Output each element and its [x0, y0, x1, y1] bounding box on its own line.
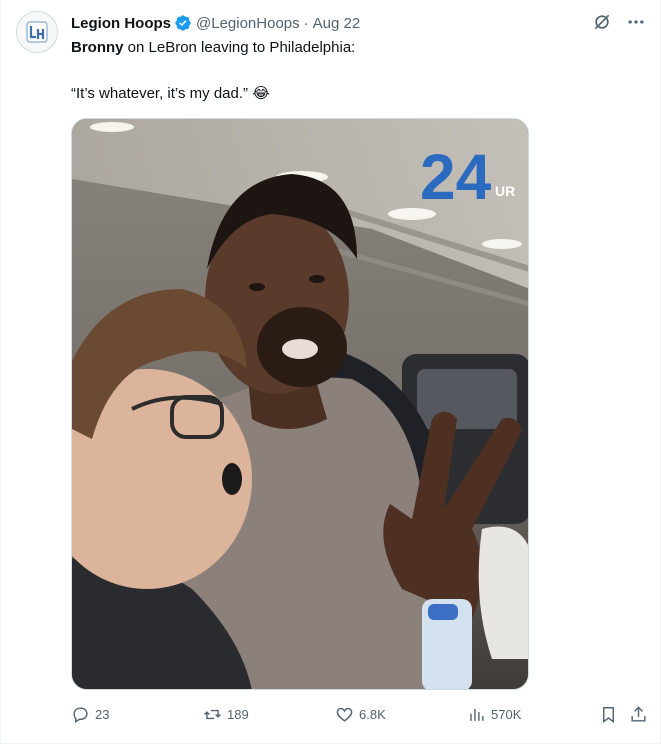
reply-count: 23 [95, 707, 110, 722]
tweet-date[interactable]: Aug 22 [313, 15, 361, 32]
share-icon [631, 706, 646, 722]
top-actions [592, 12, 646, 32]
header-separator: · [303, 14, 309, 32]
reply-button[interactable]: 23 [71, 705, 109, 724]
like-button[interactable]: 6.8K [335, 705, 386, 724]
watermark-ur: UR [495, 183, 515, 199]
bookmark-button[interactable] [599, 705, 618, 724]
bookmark-icon [603, 707, 614, 724]
heart-icon [336, 707, 353, 722]
views-count: 570K [491, 707, 522, 722]
tweet-text-subject: Bronny [71, 39, 124, 56]
reply-icon [73, 707, 88, 723]
verified-badge-icon [175, 15, 191, 31]
watermark-24: 24 [420, 141, 492, 213]
tweet-quote: “It’s whatever, it’s my dad.” [71, 85, 249, 102]
like-count: 6.8K [359, 707, 386, 722]
tweet-header: Legion Hoops @LegionHoops · Aug 22 [71, 12, 360, 34]
legion-hoops-logo-icon [26, 21, 48, 43]
tweet-text-rest: on LeBron leaving to Philadelphia: [123, 39, 356, 56]
grok-icon[interactable] [592, 12, 612, 32]
avatar[interactable] [16, 11, 58, 53]
tweet-card[interactable]: Legion Hoops @LegionHoops · Aug 22 Bronn… [0, 0, 661, 744]
tweet-video[interactable]: 24 UR [71, 118, 529, 690]
repost-count: 189 [227, 707, 249, 722]
video-frame: 24 UR [72, 119, 528, 689]
tweet-text-line1: Bronny on LeBron leaving to Philadelphia… [71, 38, 355, 58]
repost-icon [204, 709, 221, 720]
laughing-emoji: 😂 [252, 85, 270, 102]
author-name[interactable]: Legion Hoops [71, 15, 171, 32]
repost-button[interactable]: 189 [203, 705, 249, 724]
tweet-quote-line: “It’s whatever, it’s my dad.” 😂 [71, 84, 270, 104]
views-button[interactable]: 570K [467, 705, 521, 724]
views-icon [470, 708, 484, 721]
share-button[interactable] [629, 705, 648, 724]
more-icon[interactable] [626, 12, 646, 32]
author-handle[interactable]: @LegionHoops [196, 15, 300, 32]
tweet-actions: 23 189 6.8K 570K [71, 705, 650, 729]
